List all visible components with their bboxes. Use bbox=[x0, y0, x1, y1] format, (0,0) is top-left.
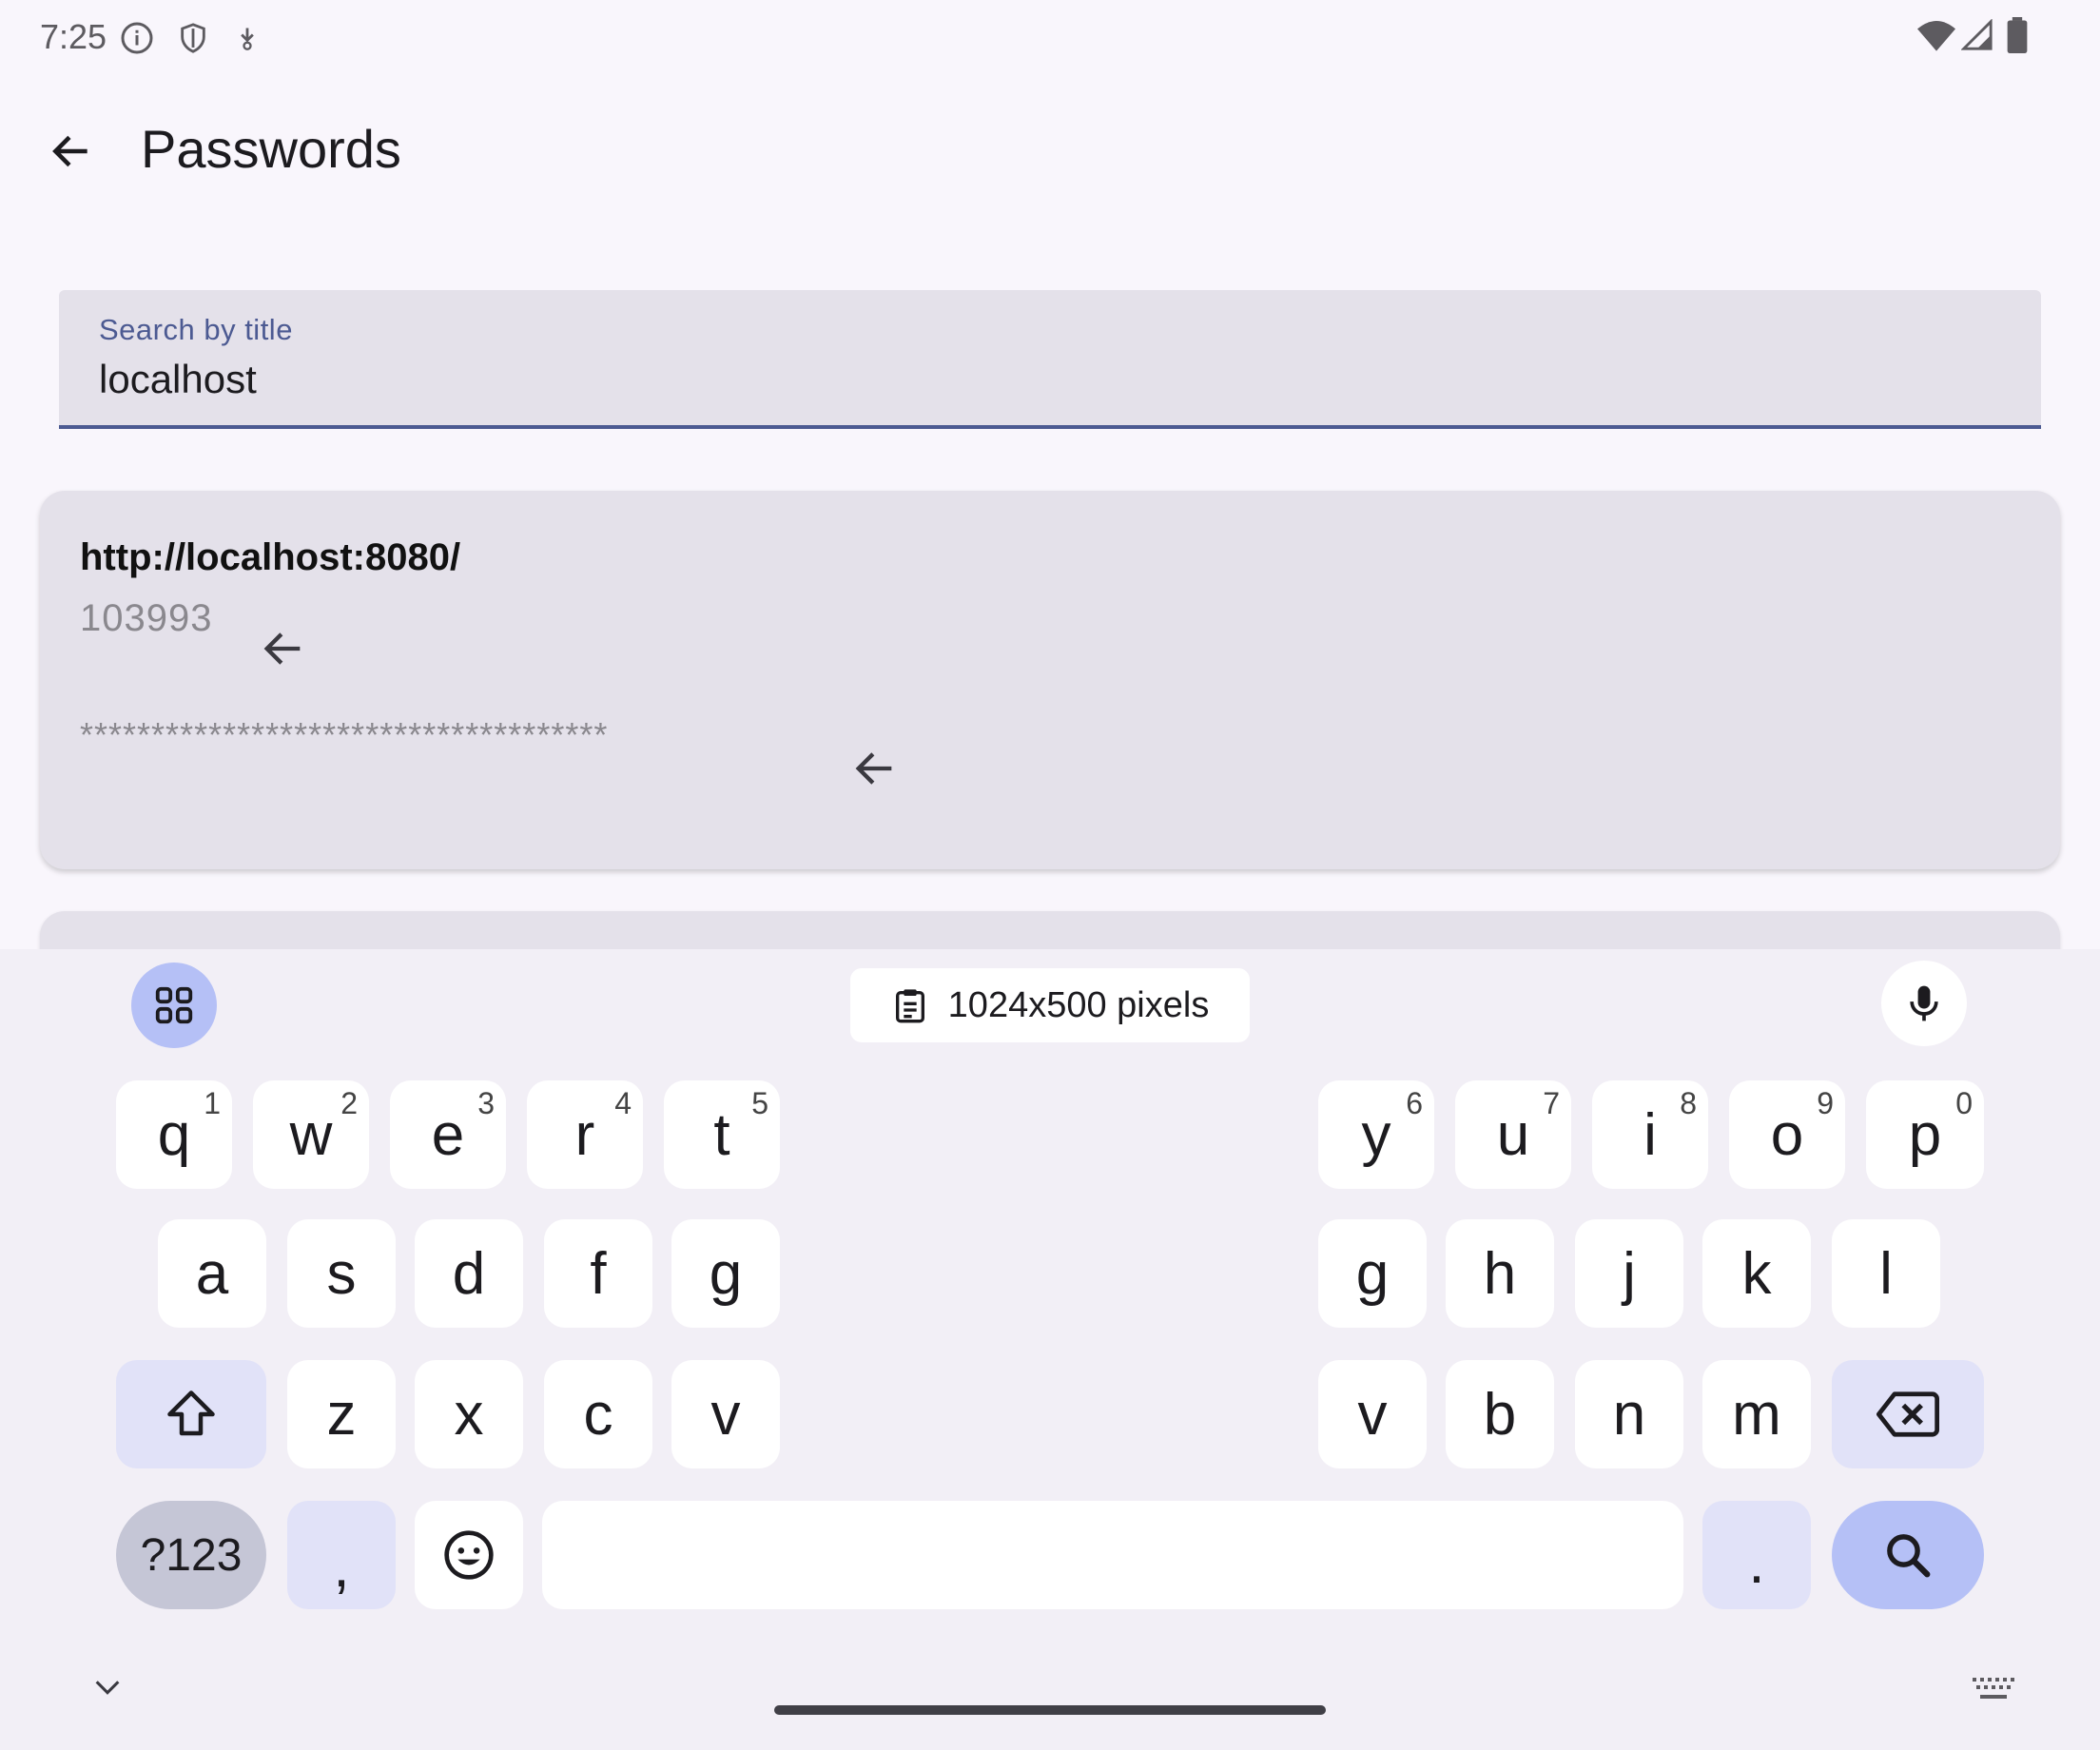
status-time: 7:25 bbox=[40, 17, 107, 56]
key-e[interactable]: e3 bbox=[390, 1080, 506, 1189]
key-u[interactable]: u7 bbox=[1455, 1080, 1571, 1189]
key-w[interactable]: w2 bbox=[253, 1080, 369, 1189]
key-o[interactable]: o9 bbox=[1729, 1080, 1845, 1189]
key-t[interactable]: t5 bbox=[664, 1080, 780, 1189]
wifi-icon bbox=[1917, 19, 1955, 51]
copy-password-arrow-icon[interactable] bbox=[850, 744, 900, 793]
key-k[interactable]: k bbox=[1702, 1219, 1811, 1328]
keyboard-switch-icon[interactable] bbox=[1973, 1678, 2014, 1702]
key-f[interactable]: f bbox=[544, 1219, 652, 1328]
search-label: Search by title bbox=[99, 313, 293, 346]
signal-icon bbox=[1961, 19, 1993, 51]
key-d[interactable]: d bbox=[415, 1219, 523, 1328]
clipboard-suggestion-chip[interactable]: 1024x500 pixels bbox=[850, 968, 1250, 1042]
key-p[interactable]: p0 bbox=[1866, 1080, 1984, 1189]
entry-password: ************************************* bbox=[80, 715, 609, 754]
key-q[interactable]: q1 bbox=[116, 1080, 232, 1189]
shift-icon bbox=[167, 1390, 215, 1436]
key-l[interactable]: l bbox=[1832, 1219, 1940, 1328]
search-icon bbox=[1887, 1534, 1931, 1578]
apps-grid-button[interactable] bbox=[131, 962, 217, 1048]
clipboard-chip-label: 1024x500 pixels bbox=[947, 984, 1210, 1025]
password-entry-card[interactable]: http://localhost:8080/ 103993 **********… bbox=[40, 491, 2060, 869]
key-n[interactable]: n bbox=[1575, 1360, 1683, 1468]
comma-key[interactable]: , bbox=[287, 1501, 396, 1609]
backspace-icon bbox=[1876, 1391, 1939, 1437]
on-screen-keyboard bbox=[0, 949, 2100, 1750]
key-z[interactable]: z bbox=[287, 1360, 396, 1468]
key-v-right[interactable]: v bbox=[1318, 1360, 1427, 1468]
search-field[interactable]: Search by title bbox=[59, 290, 2041, 429]
key-v-left[interactable]: v bbox=[671, 1360, 780, 1468]
period-key[interactable]: . bbox=[1702, 1501, 1811, 1609]
battery-icon bbox=[2007, 17, 2028, 53]
backspace-key[interactable] bbox=[1832, 1360, 1984, 1468]
clipboard-icon bbox=[895, 989, 924, 1023]
emoji-key[interactable] bbox=[415, 1501, 523, 1609]
entry-username: 103993 bbox=[80, 597, 213, 639]
shield-icon bbox=[177, 21, 209, 55]
key-a[interactable]: a bbox=[158, 1219, 266, 1328]
collapse-keyboard-chevron-icon[interactable] bbox=[91, 1676, 124, 1699]
space-key[interactable] bbox=[542, 1501, 1683, 1609]
info-icon bbox=[120, 21, 154, 55]
gesture-navigation-handle[interactable] bbox=[774, 1705, 1326, 1715]
key-j[interactable]: j bbox=[1575, 1219, 1683, 1328]
key-x[interactable]: x bbox=[415, 1360, 523, 1468]
key-r[interactable]: r4 bbox=[527, 1080, 643, 1189]
search-input[interactable] bbox=[99, 357, 1906, 402]
key-c[interactable]: c bbox=[544, 1360, 652, 1468]
page-title: Passwords bbox=[141, 119, 401, 179]
key-s[interactable]: s bbox=[287, 1219, 396, 1328]
back-arrow-icon[interactable] bbox=[48, 127, 95, 175]
apps-grid-icon bbox=[155, 986, 193, 1024]
search-key[interactable] bbox=[1832, 1501, 1984, 1609]
copy-username-arrow-icon[interactable] bbox=[259, 624, 308, 673]
key-b[interactable]: b bbox=[1446, 1360, 1554, 1468]
emoji-icon bbox=[444, 1530, 494, 1580]
voice-input-button[interactable] bbox=[1881, 961, 1967, 1046]
key-y[interactable]: y6 bbox=[1318, 1080, 1434, 1189]
shift-key[interactable] bbox=[116, 1360, 266, 1468]
key-g-right[interactable]: g bbox=[1318, 1219, 1427, 1328]
key-g-left[interactable]: g bbox=[671, 1219, 780, 1328]
key-i[interactable]: i8 bbox=[1592, 1080, 1708, 1189]
entry-title: http://localhost:8080/ bbox=[80, 536, 461, 578]
microphone-icon bbox=[1910, 985, 1938, 1021]
key-m[interactable]: m bbox=[1702, 1360, 1811, 1468]
key-h[interactable]: h bbox=[1446, 1219, 1554, 1328]
symbols-key[interactable]: ?123 bbox=[116, 1501, 266, 1609]
download-icon bbox=[234, 23, 261, 53]
